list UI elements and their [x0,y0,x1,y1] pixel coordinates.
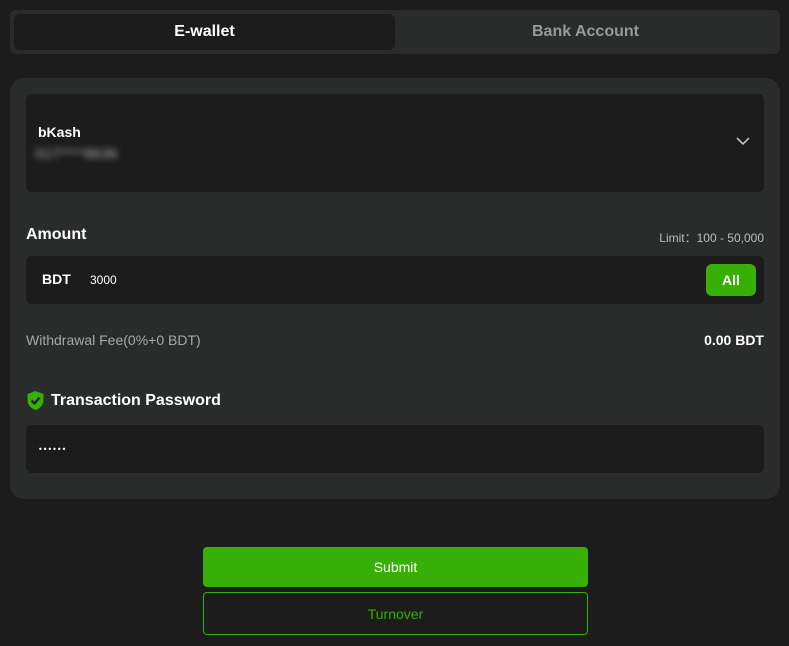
submit-button[interactable]: Submit [203,547,588,587]
withdrawal-form-card: bKash 017****8636 Amount Limit：100 - 50,… [10,78,780,499]
tab-e-wallet[interactable]: E-wallet [14,14,395,50]
shield-check-icon [27,391,44,410]
turnover-button[interactable]: Turnover [203,592,588,635]
withdrawal-page: E-wallet Bank Account bKash 017****8636 … [0,0,789,646]
transaction-password-field [26,425,764,473]
wallet-number-masked: 017****8636 [36,146,118,161]
withdrawal-fee-label: Withdrawal Fee(0%+0 BDT) [26,332,201,348]
chevron-down-icon [736,137,750,146]
amount-input[interactable] [90,266,650,294]
withdrawal-fee-value: 0.00 BDT [704,332,764,348]
tab-bank-account[interactable]: Bank Account [395,14,776,50]
wallet-name: bKash [38,124,81,140]
transaction-password-header: Transaction Password [26,390,221,411]
transaction-password-input[interactable] [38,435,738,463]
all-amount-button[interactable]: All [706,264,756,296]
wallet-account-select[interactable]: bKash 017****8636 [26,94,764,192]
amount-field: BDT All [26,256,764,304]
payment-method-tabs: E-wallet Bank Account [10,10,780,54]
transaction-password-label: Transaction Password [51,391,221,409]
amount-limit: Limit：100 - 50,000 [659,231,764,245]
amount-label: Amount [26,226,87,243]
currency-label: BDT [42,271,71,287]
